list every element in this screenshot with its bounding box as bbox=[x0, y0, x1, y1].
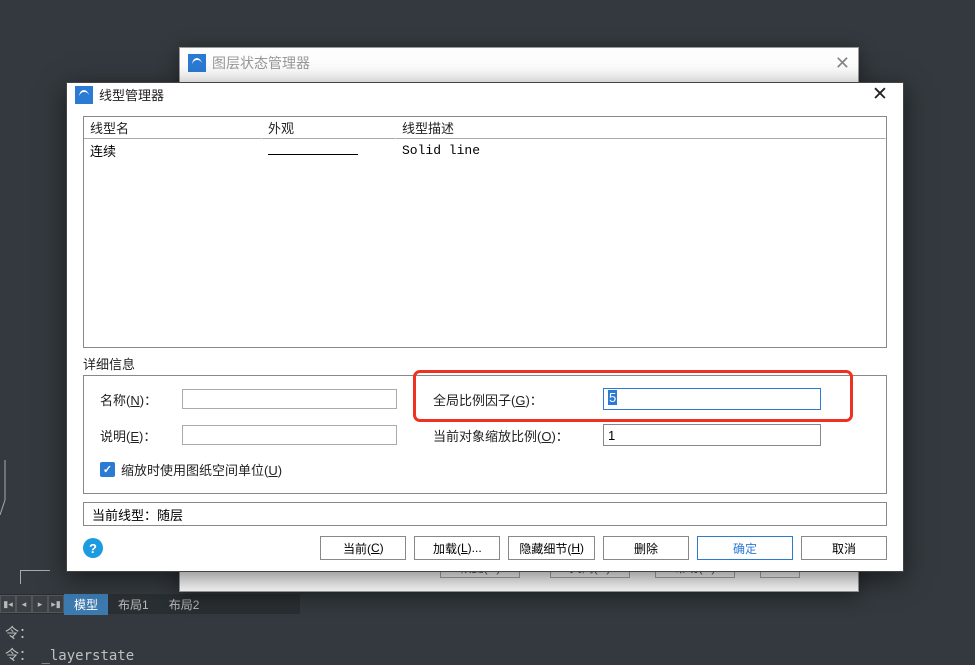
tab-layout2[interactable]: 布局2 bbox=[159, 594, 210, 615]
command-line-2[interactable]: 令： _layerstate bbox=[5, 645, 134, 665]
cell-name: 连续 bbox=[84, 139, 262, 161]
table-row[interactable]: 连续 Solid line bbox=[84, 139, 886, 161]
back-dialog-title: 图层状态管理器 bbox=[212, 53, 310, 73]
load-button[interactable]: 加载(L)... bbox=[414, 536, 500, 560]
hide-details-button[interactable]: 隐藏细节(H) bbox=[508, 536, 595, 560]
current-linetype-value: 随层 bbox=[157, 505, 183, 524]
back-dialog-titlebar[interactable]: 图层状态管理器 ✕ bbox=[180, 48, 858, 78]
paper-units-checkbox-row[interactable]: ✓ 缩放时使用图纸空间单位(U) bbox=[100, 460, 870, 479]
cell-desc: Solid line bbox=[396, 139, 886, 161]
tab-model[interactable]: 模型 bbox=[64, 594, 108, 615]
app-icon bbox=[75, 86, 93, 104]
close-icon[interactable]: ✕ bbox=[865, 83, 895, 106]
linetype-grid[interactable]: 线型名 外观 线型描述 连续 Solid line bbox=[83, 116, 887, 348]
tab-nav-next-icon[interactable]: ▸ bbox=[32, 595, 48, 613]
obj-scale-field[interactable] bbox=[603, 424, 821, 446]
global-scale-label: 全局比例因子(G)： bbox=[433, 390, 603, 409]
desc-field[interactable] bbox=[182, 425, 397, 445]
dialog-title: 线型管理器 bbox=[99, 85, 164, 104]
app-icon bbox=[188, 54, 206, 72]
set-current-button[interactable]: 当前(C) bbox=[320, 536, 406, 560]
help-icon[interactable]: ? bbox=[83, 538, 103, 558]
tab-nav-last-icon[interactable]: ▸▮ bbox=[48, 595, 64, 613]
tab-layout1[interactable]: 布局1 bbox=[108, 594, 159, 615]
name-field[interactable] bbox=[182, 389, 397, 409]
current-linetype-label: 当前线型： bbox=[92, 505, 157, 524]
details-group: 名称(N)： 全局比例因子(G)： 5 说明(E)： 当前对象缩放比例(O)： … bbox=[83, 375, 887, 494]
back-dialog-close-icon[interactable]: ✕ bbox=[835, 53, 850, 74]
bg-cursor bbox=[20, 570, 50, 584]
cancel-button[interactable]: 取消 bbox=[801, 536, 887, 560]
header-appearance[interactable]: 外观 bbox=[262, 117, 396, 139]
global-scale-field[interactable]: 5 bbox=[603, 388, 821, 410]
ok-button[interactable]: 确定 bbox=[697, 536, 793, 560]
tab-nav-first-icon[interactable]: ▮◂ bbox=[0, 595, 16, 613]
header-desc[interactable]: 线型描述 bbox=[396, 117, 886, 139]
paper-units-checkbox[interactable]: ✓ bbox=[100, 462, 115, 477]
delete-button[interactable]: 删除 bbox=[603, 536, 689, 560]
bg-shape bbox=[0, 460, 30, 520]
details-group-label: 详细信息 bbox=[83, 354, 887, 373]
obj-scale-label: 当前对象缩放比例(O)： bbox=[433, 426, 603, 445]
tab-nav-prev-icon[interactable]: ◂ bbox=[16, 595, 32, 613]
command-line-1: 令： bbox=[5, 623, 33, 643]
header-name[interactable]: 线型名 bbox=[84, 117, 262, 139]
desc-label: 说明(E)： bbox=[100, 426, 182, 445]
linetype-manager-dialog: 线型管理器 ✕ 线型名 外观 线型描述 连续 Solid line 详细信息 名… bbox=[66, 82, 904, 572]
layout-tabs: ▮◂ ◂ ▸ ▸▮ 模型 布局1 布局2 bbox=[0, 594, 300, 614]
name-label: 名称(N)： bbox=[100, 390, 182, 409]
cell-appearance bbox=[262, 139, 396, 161]
current-linetype-status: 当前线型： 随层 bbox=[83, 502, 887, 526]
dialog-titlebar[interactable]: 线型管理器 ✕ bbox=[67, 83, 903, 106]
grid-header: 线型名 外观 线型描述 bbox=[84, 117, 886, 139]
paper-units-label: 缩放时使用图纸空间单位(U) bbox=[121, 460, 282, 479]
